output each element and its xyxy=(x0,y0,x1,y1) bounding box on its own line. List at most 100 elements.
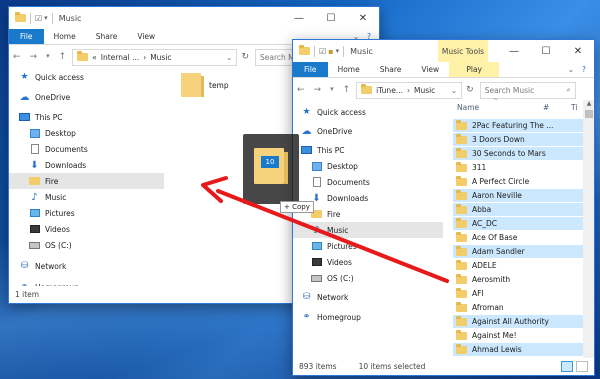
file-row[interactable]: Abba xyxy=(453,203,583,216)
file-item-temp[interactable]: temp xyxy=(181,73,241,103)
file-row[interactable]: Aerosmith xyxy=(453,273,583,286)
file-row[interactable]: Adam Sandler xyxy=(453,245,583,258)
chevron-down-icon[interactable]: ⌄ xyxy=(226,53,232,62)
file-row[interactable]: Aaron Neville xyxy=(453,189,583,202)
nav-arrows: ← → ▾ ↑ xyxy=(297,85,350,95)
nav-this-pc[interactable]: This PC xyxy=(9,109,164,125)
file-row[interactable]: AFI xyxy=(453,287,583,300)
expand-ribbon-icon[interactable]: ⌄ xyxy=(568,65,574,74)
nav-documents[interactable]: Documents xyxy=(9,141,164,157)
nav-os-drive[interactable]: OS (C:) xyxy=(293,270,443,286)
maximize-button[interactable]: ☐ xyxy=(315,7,347,29)
breadcrumb-music[interactable]: Music xyxy=(414,86,435,95)
nav-fire[interactable]: Fire xyxy=(9,173,164,189)
tab-file[interactable]: File xyxy=(293,62,328,77)
nav-network[interactable]: ⛁ Network xyxy=(9,258,164,274)
breadcrumb-music[interactable]: Music xyxy=(150,53,171,62)
address-bar[interactable]: « Internal ... › Music ⌄ xyxy=(72,48,238,66)
maximize-button[interactable]: ☐ xyxy=(530,40,562,62)
file-row[interactable]: 3 Doors Down xyxy=(453,133,583,146)
file-row[interactable]: Ace Of Base xyxy=(453,231,583,244)
properties-icon[interactable]: ☑ xyxy=(35,14,42,23)
properties-icon[interactable]: ☑ xyxy=(319,47,326,56)
recent-dropdown-icon[interactable]: ▾ xyxy=(46,52,50,62)
minimize-button[interactable]: — xyxy=(498,40,530,62)
tab-home[interactable]: Home xyxy=(328,62,370,77)
nav-onedrive[interactable]: ☁ OneDrive xyxy=(9,89,164,105)
minimize-button[interactable]: — xyxy=(283,7,315,29)
tab-view[interactable]: View xyxy=(127,29,165,44)
nav-music[interactable]: ♪ Music xyxy=(293,222,443,238)
videos-icon xyxy=(311,257,322,267)
tab-view[interactable]: View xyxy=(411,62,449,77)
title-bar[interactable]: ☑ ▪ ▾ Music Music Tools — ☐ ✕ xyxy=(293,40,594,62)
details-view-button[interactable] xyxy=(561,361,573,372)
file-row[interactable]: Afroman xyxy=(453,301,583,314)
back-icon[interactable]: ← xyxy=(13,52,21,62)
file-row[interactable]: 30 Seconds to Mars xyxy=(453,147,583,160)
nav-videos[interactable]: Videos xyxy=(9,221,164,237)
tab-home[interactable]: Home xyxy=(44,29,86,44)
address-bar[interactable]: iTune... › Music ⌄ xyxy=(356,81,463,99)
refresh-icon[interactable]: ↻ xyxy=(241,52,249,62)
search-input[interactable]: Search Music ⌕ xyxy=(479,81,576,99)
nav-music[interactable]: ♪ Music xyxy=(9,189,164,205)
up-icon[interactable]: ↑ xyxy=(343,85,351,95)
vertical-scrollbar[interactable]: ▲ xyxy=(583,100,594,360)
nav-fire[interactable]: Fire xyxy=(293,206,443,222)
forward-icon[interactable]: → xyxy=(30,52,38,62)
nav-quick-access[interactable]: ★ Quick access xyxy=(293,104,443,120)
file-row[interactable]: Against Me! xyxy=(453,329,583,342)
new-folder-icon[interactable]: ▪ xyxy=(328,47,333,56)
file-row[interactable]: 311 xyxy=(453,161,583,174)
scroll-thumb[interactable] xyxy=(585,110,593,118)
tab-share[interactable]: Share xyxy=(370,62,412,77)
close-button[interactable]: ✕ xyxy=(562,40,594,62)
nav-pictures[interactable]: Pictures xyxy=(293,238,443,254)
nav-os-drive[interactable]: OS (C:) xyxy=(9,237,164,253)
file-list: 2Pac Featuring The ... 3 Doors Down 30 Sec… xyxy=(453,119,583,359)
help-icon[interactable]: ? xyxy=(582,65,586,74)
nav-pictures[interactable]: Pictures xyxy=(9,205,164,221)
chevron-down-icon[interactable]: ⌄ xyxy=(451,86,457,95)
large-icons-view-button[interactable] xyxy=(576,361,588,372)
close-button[interactable]: ✕ xyxy=(347,7,379,29)
back-icon[interactable]: ← xyxy=(297,85,305,95)
file-row[interactable]: Ahmad Lewis xyxy=(453,343,583,356)
nav-desktop[interactable]: Desktop xyxy=(9,125,164,141)
nav-desktop[interactable]: Desktop xyxy=(293,158,443,174)
nav-network[interactable]: ⛁ Network xyxy=(293,289,443,305)
refresh-icon[interactable]: ↻ xyxy=(466,85,474,95)
tab-play[interactable]: Play xyxy=(449,62,500,77)
drag-count-badge: 10 xyxy=(261,156,279,168)
tab-share[interactable]: Share xyxy=(86,29,128,44)
folder-icon xyxy=(456,273,467,284)
forward-icon[interactable]: → xyxy=(314,85,322,95)
file-row[interactable]: A Perfect Circle xyxy=(453,175,583,188)
status-item-count: 893 items xyxy=(299,362,337,371)
breadcrumb-itunes[interactable]: iTune... xyxy=(376,86,403,95)
scroll-up-icon[interactable]: ▲ xyxy=(583,100,594,110)
nav-videos[interactable]: Videos xyxy=(293,254,443,270)
nav-homegroup[interactable]: ⚭ Homegroup xyxy=(293,309,443,325)
nav-downloads[interactable]: ⬇ Downloads xyxy=(293,190,443,206)
breadcrumb-internal[interactable]: Internal ... xyxy=(101,53,139,62)
file-row[interactable]: ADELE xyxy=(453,259,583,272)
address-overflow[interactable]: « xyxy=(92,53,97,62)
customize-toolbar-icon[interactable]: ▾ xyxy=(336,47,340,55)
nav-downloads[interactable]: ⬇ Downloads xyxy=(9,157,164,173)
nav-documents[interactable]: Documents xyxy=(293,174,443,190)
customize-toolbar-icon[interactable]: ▾ xyxy=(44,14,48,22)
tab-file[interactable]: File xyxy=(9,29,44,44)
nav-this-pc[interactable]: This PC xyxy=(293,142,443,158)
file-row[interactable]: Against All Authority xyxy=(453,315,583,328)
nav-quick-access[interactable]: ★ Quick access xyxy=(9,69,164,85)
file-row[interactable]: AC_DC xyxy=(453,217,583,230)
up-icon[interactable]: ↑ xyxy=(59,52,67,62)
recent-dropdown-icon[interactable]: ▾ xyxy=(330,85,334,95)
nav-label: OS (C:) xyxy=(327,273,354,283)
nav-onedrive[interactable]: ☁ OneDrive xyxy=(293,123,443,139)
title-bar[interactable]: ☑ ▾ Music — ☐ ✕ xyxy=(9,7,379,29)
column-header-number[interactable]: # xyxy=(543,100,563,114)
file-row[interactable]: 2Pac Featuring The ... xyxy=(453,119,583,132)
